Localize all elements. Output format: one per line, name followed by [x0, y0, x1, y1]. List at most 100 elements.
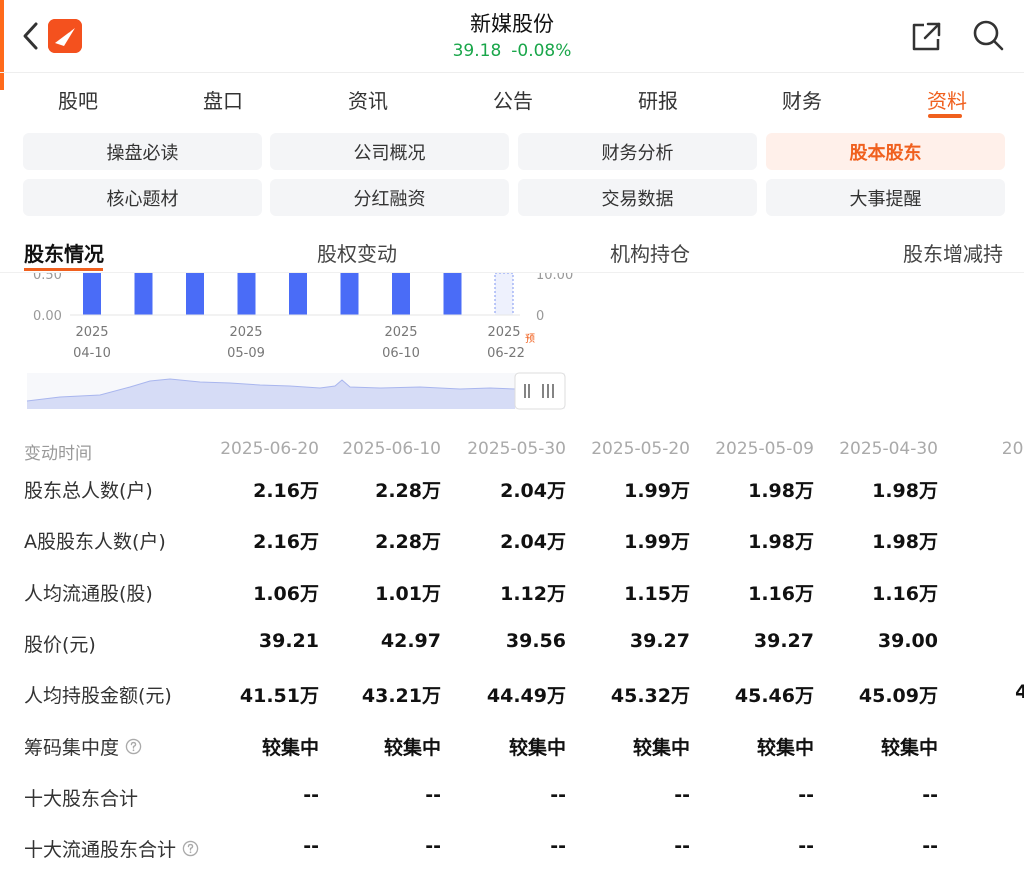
table-cell: -- [303, 783, 319, 806]
row-label-text: 股东总人数(户) [24, 480, 153, 502]
table-cell: 1.16万 [748, 582, 814, 605]
app-logo-icon [48, 19, 82, 53]
sub-button-dividends[interactable]: 分红融资 [270, 179, 509, 216]
tab-announcements[interactable]: 公告 [493, 85, 533, 114]
table-cell: 较集中 [880, 736, 938, 759]
table-row-label: 股东总人数(户) [24, 476, 153, 503]
tab-pankou[interactable]: 盘口 [203, 85, 243, 114]
chart-bar [392, 273, 410, 315]
range-navigator[interactable] [26, 372, 566, 410]
chart-bar [186, 273, 204, 315]
table-cell: 39.27 [629, 629, 690, 652]
tab-finance[interactable]: 财务 [782, 85, 822, 114]
table-cell: 较集中 [632, 736, 690, 759]
table-cell: 1.06万 [253, 582, 319, 605]
row-label-text: 人均流通股(股) [24, 582, 153, 605]
main-tabs: 股吧 盘口 资讯 公告 研报 财务 资料 [0, 72, 1024, 122]
table-column-date: 2025-05-20 [591, 439, 690, 459]
table-row-label: 十大流通股东合计 [24, 835, 199, 862]
x-axis-date: 04-10 [73, 346, 111, 361]
stock-change: -0.08% [511, 41, 572, 61]
row-label-text: 十大流通股东合计 [24, 839, 177, 862]
table-row-label: 十大股东合计 [24, 784, 138, 811]
section-tab-shareholder-trading[interactable]: 股东增减持 [903, 238, 1003, 267]
chart-bar [83, 273, 101, 315]
x-axis-date: 05-09 [227, 346, 265, 361]
x-axis-year: 2025 [384, 325, 417, 340]
sub-button-shareholders[interactable]: 股本股东 [766, 133, 1005, 170]
table-cell: -- [798, 835, 814, 858]
table-cell: -- [798, 783, 814, 806]
table-cell: 45.46万 [734, 685, 814, 708]
table-column-date: 2025-0 [1001, 439, 1024, 459]
tab-profile[interactable]: 资料 [927, 85, 967, 114]
table-row-label: 人均持股金额(元) [24, 681, 172, 708]
table-cell: -- [922, 835, 938, 858]
search-icon[interactable] [970, 17, 1006, 53]
navigator-handle[interactable] [514, 372, 566, 410]
right-axis-tick: 10.00 [536, 273, 573, 283]
stock-title: 新媒股份 39.18 -0.08% [362, 10, 662, 64]
tab-guba[interactable]: 股吧 [58, 85, 98, 114]
table-cell: 较 [942, 733, 1024, 760]
stock-quote: 39.18 -0.08% [362, 38, 662, 64]
tab-news[interactable]: 资讯 [348, 85, 388, 114]
section-tab-equity-changes[interactable]: 股权变动 [317, 238, 397, 267]
sub-button-financial-analysis[interactable]: 财务分析 [518, 133, 757, 170]
table-cell: 1.99万 [624, 531, 690, 554]
table-cell: 1.16万 [872, 582, 938, 605]
table-cell: -- [550, 783, 566, 806]
x-axis-year: 2025 [487, 325, 520, 340]
table-cell: -- [674, 835, 690, 858]
table-column-date: 2025-04-30 [839, 439, 938, 459]
sub-button-company-overview[interactable]: 公司概况 [270, 133, 509, 170]
table-column-date: 2025-05-09 [715, 439, 814, 459]
table-column-date: 2025-06-10 [342, 439, 441, 459]
chart-bar [443, 273, 462, 315]
table-cell: 2.28万 [375, 531, 441, 554]
table-cell: -- [303, 835, 319, 858]
row-label-text: 筹码集中度 [24, 736, 120, 759]
x-axis-year: 2025 [229, 325, 262, 340]
chart-bars [83, 273, 514, 316]
table-column-date: 2025-06-20 [220, 439, 319, 459]
row-label-text: A股股东人数(户) [24, 531, 166, 554]
table-cell: -- [674, 783, 690, 806]
table-cell: 1.12万 [500, 582, 566, 605]
table-row-label: A股股东人数(户) [24, 527, 166, 554]
left-axis-tick: 0.00 [33, 309, 62, 324]
sub-button-trading-data[interactable]: 交易数据 [518, 179, 757, 216]
chart-bar [134, 273, 153, 315]
table-cell: 39.21 [258, 629, 319, 652]
table-cell: 较集中 [261, 736, 319, 759]
table-cell: 45.09万 [858, 685, 938, 708]
sub-button-core-themes[interactable]: 核心题材 [23, 179, 262, 216]
help-icon[interactable] [125, 738, 142, 755]
table-cell: 39.00 [877, 629, 938, 652]
tab-research[interactable]: 研报 [638, 85, 678, 114]
table-cell: 41.51万 [239, 685, 319, 708]
row-label-text: 股价(元) [24, 633, 96, 656]
right-axis-tick: 0 [536, 309, 544, 324]
back-icon[interactable] [18, 18, 46, 54]
section-tab-institutional-holdings[interactable]: 机构持仓 [610, 238, 690, 267]
row-label-text: 十大股东合计 [24, 787, 139, 810]
table-row-label: 人均流通股(股) [24, 579, 153, 606]
sub-button-major-events[interactable]: 大事提醒 [766, 179, 1005, 216]
section-tab-indicator [24, 268, 103, 271]
help-icon[interactable] [182, 840, 199, 857]
table-cell: 1.98万 [872, 531, 938, 554]
stock-name: 新媒股份 [470, 12, 554, 36]
chart-bar [289, 273, 307, 315]
table-cell: 1.9 [942, 527, 1024, 549]
table-cell: 较集中 [508, 736, 566, 759]
table-column-date: 2025-05-30 [467, 439, 566, 459]
table-cell: 1.98万 [872, 480, 938, 502]
sub-button-trading-must-read[interactable]: 操盘必读 [23, 133, 262, 170]
forecast-mark: 预 [525, 333, 535, 345]
table-cell: 1.99万 [624, 480, 690, 502]
table-cell: 2.16万 [253, 480, 319, 502]
chart-bar-forecast [494, 273, 514, 316]
section-tab-shareholder-status[interactable]: 股东情况 [24, 238, 104, 267]
share-icon[interactable] [908, 18, 944, 54]
